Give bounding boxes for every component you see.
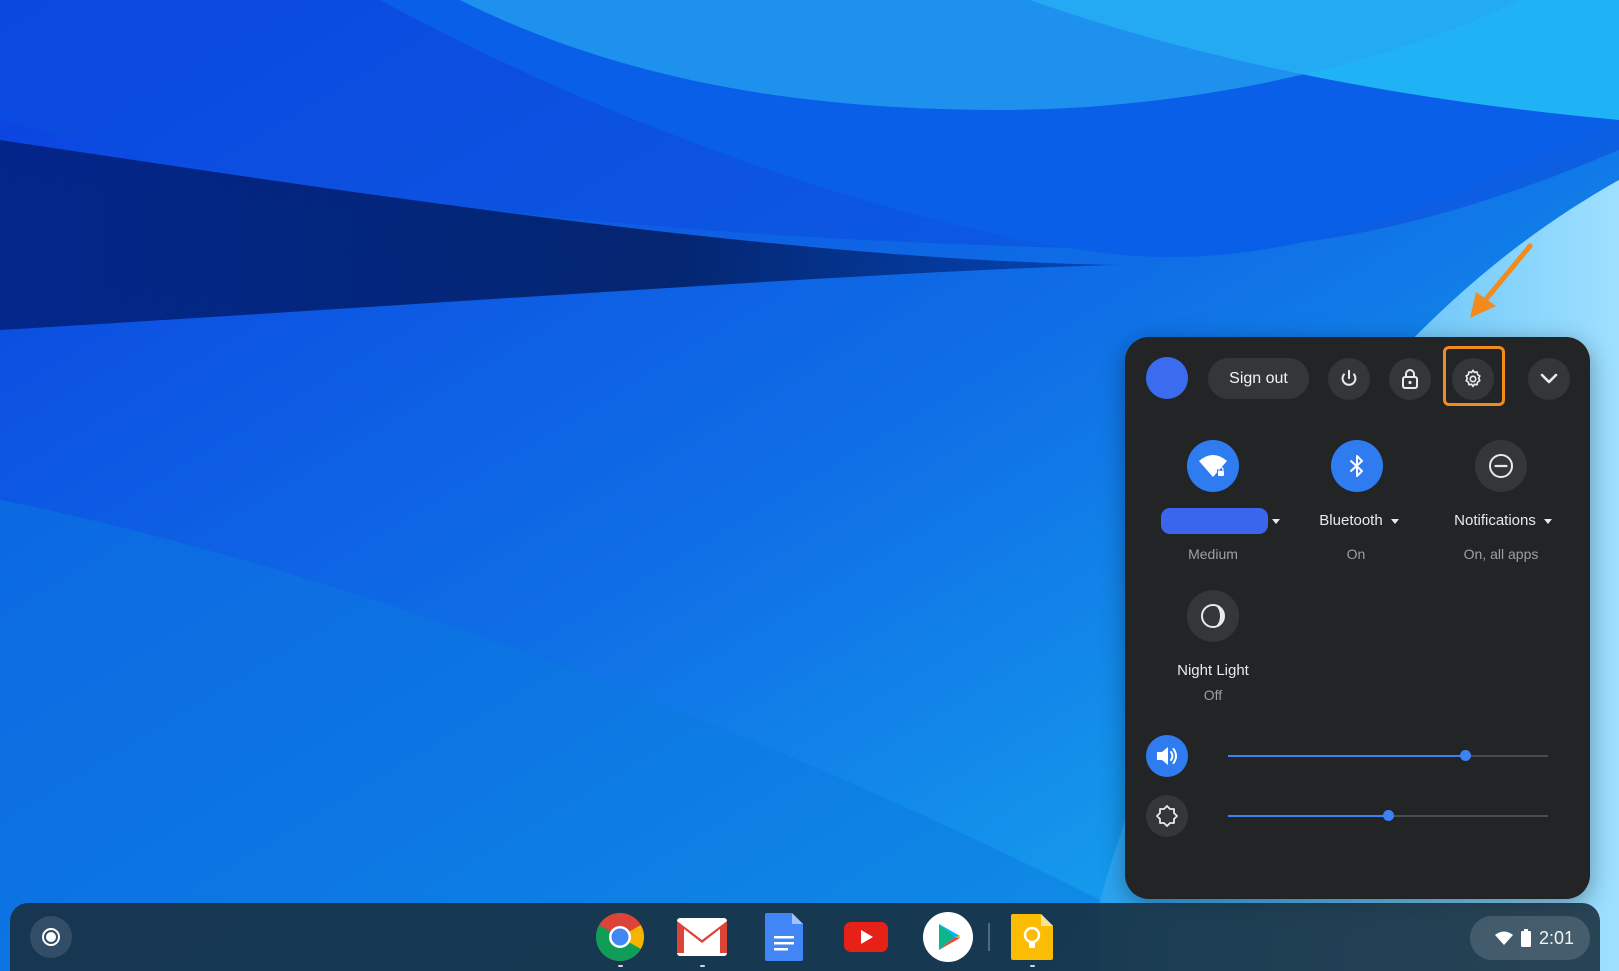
youtube-app[interactable]: [840, 911, 892, 963]
volume-icon: [1157, 747, 1177, 765]
play-store-app[interactable]: [922, 911, 974, 963]
shelf-divider: [988, 923, 990, 951]
bluetooth-label: Bluetooth: [1319, 512, 1383, 529]
volume-mute-button[interactable]: [1146, 735, 1188, 777]
keep-app[interactable]: [1006, 911, 1058, 967]
running-indicator: [1030, 965, 1035, 967]
wifi-icon: [1494, 931, 1513, 945]
network-status: Medium: [1188, 546, 1238, 562]
brightness-slider-fill: [1228, 815, 1388, 817]
docs-app[interactable]: [758, 911, 810, 963]
bluetooth-label-row[interactable]: Bluetooth: [1279, 512, 1439, 529]
network-name[interactable]: [1161, 508, 1268, 534]
shelf: 2:01: [10, 903, 1600, 971]
keep-icon: [1011, 914, 1053, 960]
brightness-icon: [1156, 805, 1178, 827]
status-tray[interactable]: 2:01: [1470, 916, 1590, 960]
gmail-icon: [677, 918, 727, 956]
notifications-label: Notifications: [1454, 512, 1536, 529]
power-button[interactable]: [1328, 358, 1370, 400]
avatar[interactable]: [1146, 357, 1188, 399]
battery-icon: [1520, 929, 1531, 947]
lock-icon: [1402, 369, 1418, 389]
running-indicator: [700, 965, 705, 967]
quick-settings-panel: Sign out Medium Bluetooth On Notificatio…: [1125, 337, 1590, 899]
youtube-icon: [844, 922, 888, 952]
brightness-slider[interactable]: [1228, 810, 1548, 821]
sign-out-button[interactable]: Sign out: [1208, 358, 1309, 399]
collapse-button[interactable]: [1528, 358, 1570, 400]
running-indicator: [618, 965, 623, 967]
night-light-label: Night Light: [1177, 662, 1249, 679]
clock-time: 2:01: [1538, 927, 1574, 948]
notifications-toggle[interactable]: [1475, 440, 1527, 492]
wifi-lock-icon: [1199, 455, 1227, 477]
power-icon: [1341, 369, 1357, 386]
volume-slider-thumb[interactable]: [1460, 750, 1471, 761]
play-store-icon: [923, 912, 973, 962]
network-toggle[interactable]: [1187, 440, 1239, 492]
volume-slider-fill: [1228, 755, 1465, 757]
chrome-icon: [596, 913, 645, 962]
volume-slider[interactable]: [1228, 750, 1548, 761]
notifications-label-row[interactable]: Notifications: [1423, 512, 1583, 529]
docs-icon: [765, 913, 803, 961]
chevron-down-icon: [1540, 373, 1558, 384]
launcher-button[interactable]: [30, 916, 72, 958]
night-light-icon: [1201, 604, 1225, 628]
lock-button[interactable]: [1389, 358, 1431, 400]
chrome-app[interactable]: [594, 911, 646, 967]
bluetooth-status: On: [1346, 546, 1366, 562]
settings-highlight-box: [1443, 346, 1505, 406]
gmail-app[interactable]: [676, 911, 728, 967]
night-light-toggle[interactable]: [1187, 590, 1239, 642]
bluetooth-toggle[interactable]: [1331, 440, 1383, 492]
brightness-slider-thumb[interactable]: [1383, 810, 1394, 821]
bluetooth-icon: [1350, 455, 1363, 477]
launcher-icon: [42, 928, 60, 946]
night-light-status: Off: [1203, 687, 1223, 703]
brightness-button: [1146, 795, 1188, 837]
notifications-dropdown-caret[interactable]: [1543, 518, 1552, 524]
bluetooth-dropdown-caret[interactable]: [1390, 518, 1399, 524]
do-not-disturb-icon: [1489, 454, 1513, 478]
notifications-status: On, all apps: [1463, 546, 1539, 562]
